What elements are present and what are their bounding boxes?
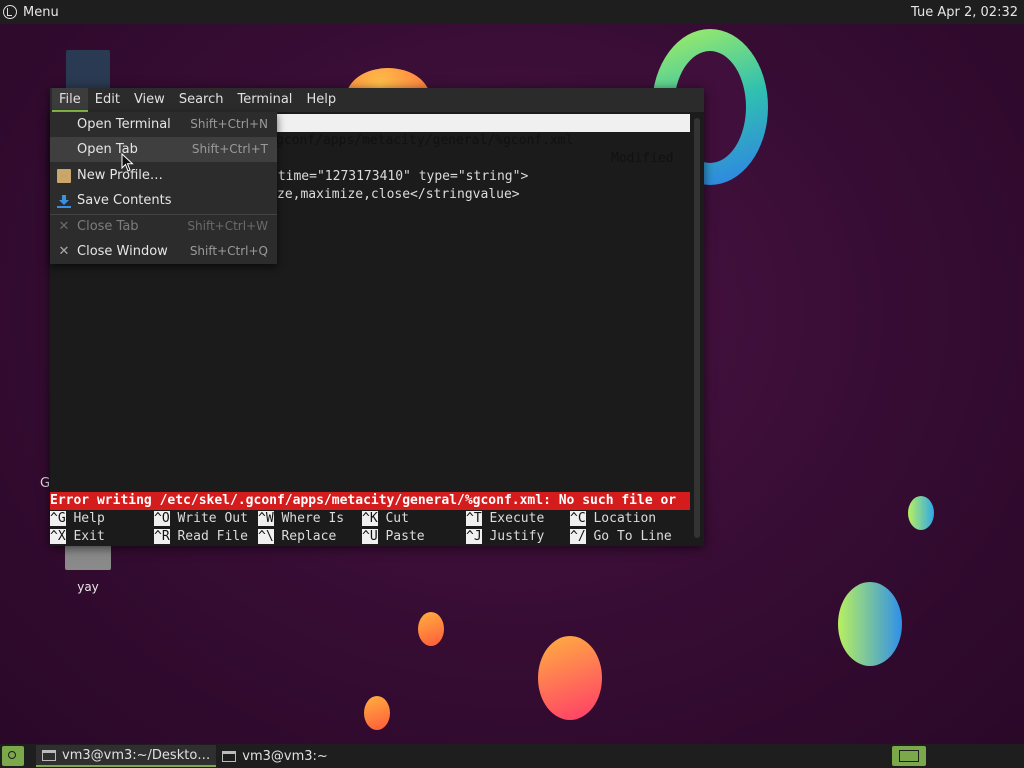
desktop-stray-text: G (40, 476, 51, 491)
terminal-menubar: File Edit View Search Terminal Help (50, 88, 704, 112)
menu-item-new-profile[interactable]: New Profile… (50, 163, 277, 188)
menu-item-accelerator: Shift+Ctrl+T (191, 142, 268, 156)
menu-item-close-window[interactable]: ✕ Close Window Shift+Ctrl+Q (50, 239, 277, 264)
nano-file-path: gconf/apps/metacity/general/%gconf.xml (276, 133, 574, 148)
close-icon: ✕ (58, 219, 70, 234)
menu-search[interactable]: Search (172, 88, 231, 112)
show-desktop-button[interactable] (2, 746, 24, 766)
wallpaper-blob (418, 612, 444, 646)
menu-edit[interactable]: Edit (88, 88, 127, 112)
content-line: ntime="1273173410" type="string"> (270, 169, 529, 184)
shortcut-location: ^C Location (570, 511, 657, 526)
wallpaper-blob (364, 696, 390, 730)
menu-item-accelerator: Shift+Ctrl+N (190, 117, 268, 131)
mouse-pointer-icon (121, 152, 135, 177)
shortcut-write-out: ^O Write Out (154, 511, 248, 526)
menu-item-label: Open Terminal (77, 117, 171, 132)
top-panel: Menu Tue Apr 2, 02:32 (0, 0, 1024, 24)
menu-item-accelerator: Shift+Ctrl+W (187, 219, 268, 233)
shortcut-cut: ^K Cut (362, 511, 409, 526)
nano-error-message: Error writing /etc/skel/.gconf/apps/meta… (50, 492, 690, 510)
window-icon (42, 749, 56, 761)
menu-item-save-contents[interactable]: Save Contents (50, 188, 277, 213)
main-menu-button[interactable]: Menu (0, 5, 59, 20)
shortcut-execute: ^T Execute (466, 511, 545, 526)
file-menu-dropdown: Open Terminal Shift+Ctrl+N Open Tab Shif… (50, 112, 277, 264)
close-icon: ✕ (58, 244, 70, 259)
shortcut-exit: ^X Exit (50, 529, 105, 544)
main-menu-label: Menu (23, 4, 59, 20)
menu-item-accelerator: Shift+Ctrl+Q (189, 244, 268, 258)
shortcut-justify: ^J Justify (466, 529, 545, 544)
wallpaper-blob (538, 636, 602, 720)
shortcut-read-file: ^R Read File (154, 529, 248, 544)
bottom-panel: vm3@vm3:~/Deskto… vm3@vm3:~ (0, 744, 1024, 768)
taskbar-item-label: vm3@vm3:~/Deskto… (62, 747, 211, 763)
shortcut-go-to-line: ^/ Go To Line (570, 529, 672, 544)
shortcut-where-is: ^W Where Is (258, 511, 345, 526)
shortcut-row: ^G Help ^O Write Out ^W Where Is ^K Cut … (50, 510, 690, 528)
window-icon (222, 750, 237, 762)
wallpaper-blob (908, 496, 934, 530)
menu-view[interactable]: View (127, 88, 172, 112)
terminal-scrollbar[interactable] (694, 118, 700, 538)
menu-help[interactable]: Help (299, 88, 343, 112)
desktop-icon-label: yay (77, 580, 99, 594)
workspace-switcher-icon[interactable] (892, 746, 926, 766)
taskbar-item-terminal-1[interactable]: vm3@vm3:~/Deskto… (36, 745, 217, 767)
shortcut-paste: ^U Paste (362, 529, 425, 544)
wallpaper-blob (838, 582, 902, 666)
clock[interactable]: Tue Apr 2, 02:32 (911, 5, 1024, 20)
download-icon (57, 194, 71, 208)
folder-icon (57, 169, 71, 183)
shortcut-replace: ^\ Replace (258, 529, 337, 544)
menu-item-open-terminal[interactable]: Open Terminal Shift+Ctrl+N (50, 112, 277, 137)
distro-logo-icon (3, 5, 17, 19)
shortcut-row: ^X Exit ^R Read File ^\ Replace ^U Paste… (50, 528, 690, 546)
menu-item-label: Close Window (77, 244, 168, 259)
menu-item-label: Save Contents (77, 193, 172, 208)
menu-item-open-tab[interactable]: Open Tab Shift+Ctrl+T (50, 137, 277, 162)
menu-item-close-tab: ✕ Close Tab Shift+Ctrl+W (50, 214, 277, 239)
nano-modified-status: Modified (611, 151, 674, 166)
menu-file[interactable]: File (52, 88, 88, 112)
menu-item-label: New Profile… (77, 168, 163, 183)
taskbar-item-label: vm3@vm3:~ (242, 748, 328, 764)
menu-item-label: Close Tab (77, 219, 139, 234)
menu-terminal[interactable]: Terminal (230, 88, 299, 112)
desktop-icon[interactable] (66, 50, 110, 90)
shortcut-help: ^G Help (50, 511, 105, 526)
content-line: ze,maximize,close</stringvalue> (277, 187, 520, 202)
taskbar-item-terminal-2[interactable]: vm3@vm3:~ (216, 745, 334, 767)
nano-shortcut-bar: ^G Help ^O Write Out ^W Where Is ^K Cut … (50, 510, 690, 546)
